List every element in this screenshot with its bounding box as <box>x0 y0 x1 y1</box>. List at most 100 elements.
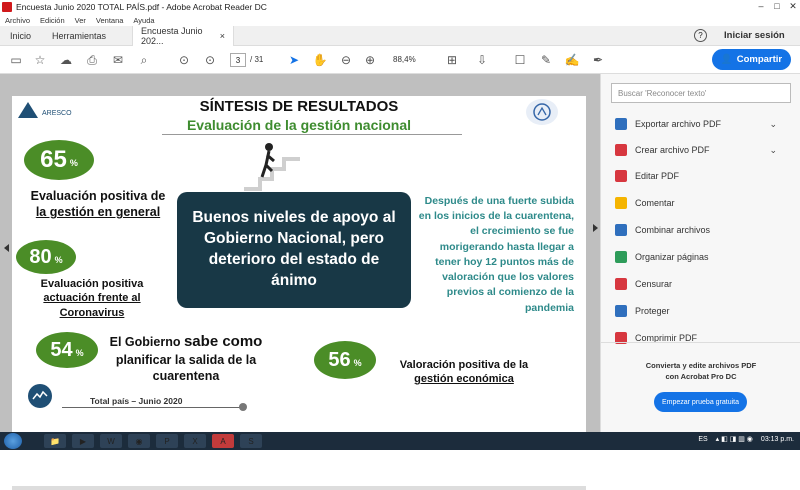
maximize-button[interactable]: □ <box>770 0 784 12</box>
menu-ayuda[interactable]: Ayuda <box>133 16 154 25</box>
document-viewport[interactable]: ARESCO SÍNTESIS DE RESULTADOS Evaluación… <box>0 74 600 490</box>
tool-label: Combinar archivos <box>635 225 711 235</box>
stat-label-coronavirus-line3: Coronavirus <box>59 306 125 319</box>
signin-link[interactable]: Iniciar sesión <box>724 30 785 41</box>
prev-page-icon[interactable]: ⊙ <box>176 52 192 68</box>
slide-title: SÍNTESIS DE RESULTADOS <box>199 98 399 115</box>
taskbar-acrobat-icon[interactable]: A <box>212 434 234 448</box>
stat-pct-80: % <box>54 255 63 265</box>
stat-pct-56: % <box>353 358 362 368</box>
tray-icons[interactable]: ▴ ◧ ◨ ▥ ◉ <box>716 435 753 443</box>
upload-cloud-icon[interactable]: ☁ <box>58 52 74 68</box>
tool-label: Editar PDF <box>635 171 680 181</box>
taskbar-excel-icon[interactable]: X <box>184 434 206 448</box>
collapse-right-icon[interactable] <box>593 224 598 232</box>
tool-organizar[interactable]: Organizar páginas <box>615 248 785 266</box>
comment-tool-icon[interactable]: ☐ <box>512 52 528 68</box>
pdf-page: ARESCO SÍNTESIS DE RESULTADOS Evaluación… <box>12 96 586 486</box>
language-indicator[interactable]: ES <box>698 436 707 443</box>
stat-label-cuarentena-line1a: El Gobierno <box>109 335 181 349</box>
menu-ventana[interactable]: Ventana <box>96 16 124 25</box>
panel-divider <box>601 342 800 343</box>
share-button[interactable]: 👤 Compartir <box>712 49 791 70</box>
zoom-in-icon[interactable]: ⊕ <box>362 52 378 68</box>
highlight-icon[interactable]: ✎ <box>538 52 554 68</box>
menu-bar: Archivo Edición Ver Ventana Ayuda <box>0 14 800 26</box>
hand-tool-icon[interactable]: ✋ <box>312 52 328 68</box>
minimize-button[interactable]: – <box>754 0 768 12</box>
stat-pill-54: 54% <box>36 332 98 368</box>
start-button[interactable] <box>4 433 22 449</box>
windows-taskbar: 📁 ▶ W ◉ P X A S ES ▴ ◧ ◨ ▥ ◉ 03:13 p.m. <box>0 432 800 450</box>
protect-icon <box>615 305 627 317</box>
zoom-level-select[interactable]: 88,4% <box>393 55 416 64</box>
scroll-mode-icon[interactable]: ⇩ <box>474 52 490 68</box>
stat-pill-56: 56% <box>314 341 376 379</box>
acrobat-icon <box>2 2 12 12</box>
draw-icon[interactable]: ✍ <box>564 52 580 68</box>
share-person-icon: 👤 <box>720 54 733 65</box>
page-gap <box>12 486 586 490</box>
stat-pct-54: % <box>75 348 84 358</box>
select-cursor-icon[interactable]: ➤ <box>286 52 302 68</box>
close-button[interactable]: ✕ <box>786 0 800 12</box>
taskbar-media-icon[interactable]: ▶ <box>72 434 94 448</box>
chevron-down-icon[interactable]: ⌄ <box>769 119 777 130</box>
email-icon[interactable]: ✉ <box>110 52 126 68</box>
promo-line2: con Acrobat Pro DC <box>665 371 737 381</box>
stat-label-cuarentena-line3: cuarentena <box>152 368 220 383</box>
menu-edicion[interactable]: Edición <box>40 16 65 25</box>
tab-close-icon[interactable]: × <box>220 31 225 41</box>
share-label: Compartir <box>736 54 783 65</box>
tool-proteger[interactable]: Proteger <box>615 302 785 320</box>
tool-comprimir[interactable]: Comprimir PDF <box>615 329 785 347</box>
page-number-input[interactable]: 3 <box>230 53 246 67</box>
clock[interactable]: 03:13 p.m. <box>761 436 794 443</box>
zoom-out-icon[interactable]: ⊖ <box>338 52 354 68</box>
tool-comentar[interactable]: Comentar <box>615 194 785 212</box>
print-icon[interactable]: ⎙ <box>84 52 100 68</box>
taskbar-powerpoint-icon[interactable]: P <box>156 434 178 448</box>
taskbar-chrome-icon[interactable]: ◉ <box>128 434 150 448</box>
save-icon[interactable]: ▭ <box>8 52 24 68</box>
sign-icon[interactable]: ✒ <box>590 52 606 68</box>
window-controls: – □ ✕ <box>752 0 800 12</box>
taskbar-explorer-icon[interactable]: 📁 <box>44 434 66 448</box>
stat-pct-65: % <box>69 158 78 168</box>
title-bar: Encuesta Junio 2020 TOTAL PAÍS.pdf - Ado… <box>0 0 800 14</box>
next-page-icon[interactable]: ⊙ <box>202 52 218 68</box>
fit-page-icon[interactable]: ⊞ <box>444 52 460 68</box>
tab-herramientas[interactable]: Herramientas <box>52 26 106 46</box>
help-icon[interactable]: ? <box>694 29 707 42</box>
bookmark-star-icon[interactable]: ☆ <box>32 52 48 68</box>
tool-exportar-pdf[interactable]: Exportar archivo PDF ⌄ <box>615 115 785 133</box>
stat-label-general: Evaluación positiva de la gestión en gen… <box>18 188 178 221</box>
menu-ver[interactable]: Ver <box>75 16 86 25</box>
tool-crear-pdf[interactable]: Crear archivo PDF ⌄ <box>615 141 785 159</box>
free-trial-button[interactable]: Empezar prueba gratuita <box>654 392 747 412</box>
menu-archivo[interactable]: Archivo <box>5 16 30 25</box>
stat-label-general-line1: Evaluación positiva de <box>30 189 166 203</box>
tool-censurar[interactable]: Censurar <box>615 275 785 293</box>
stat-label-coronavirus: Evaluación positiva actuación frente al … <box>22 277 162 320</box>
tab-inicio[interactable]: Inicio <box>10 26 31 46</box>
tab-document[interactable]: Encuesta Junio 202... × <box>132 26 234 46</box>
taskbar-word-icon[interactable]: W <box>100 434 122 448</box>
stat-value-54: 54 <box>50 338 73 361</box>
chevron-down-icon[interactable]: ⌄ <box>769 145 777 156</box>
footer-caption: Total país – Junio 2020 <box>90 396 183 406</box>
slide-subtitle: Evaluación de la gestión nacional <box>186 117 412 133</box>
search-icon[interactable]: ⌕ <box>136 52 152 68</box>
stairs-climber-icon <box>244 143 300 191</box>
tool-editar-pdf[interactable]: Editar PDF <box>615 167 785 185</box>
tools-search-input[interactable]: Buscar 'Reconocer texto' <box>611 83 791 103</box>
tool-combinar[interactable]: Combinar archivos <box>615 221 785 239</box>
edit-pdf-icon <box>615 170 627 182</box>
stat-pill-80: 80% <box>16 240 76 274</box>
title-underline <box>162 134 462 135</box>
stat-value-56: 56 <box>328 348 351 371</box>
collapse-left-icon[interactable] <box>4 244 9 252</box>
stat-label-coronavirus-line2: actuación frente al <box>43 292 141 305</box>
window-title: Encuesta Junio 2020 TOTAL PAÍS.pdf - Ado… <box>16 2 267 12</box>
taskbar-skype-icon[interactable]: S <box>240 434 262 448</box>
